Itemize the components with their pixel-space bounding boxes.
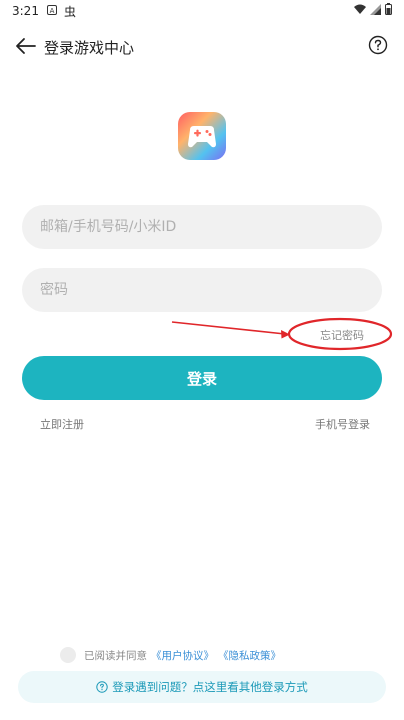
annotation-arrowhead [281, 330, 290, 339]
register-link[interactable]: 立即注册 [40, 416, 84, 432]
back-arrow-icon[interactable] [14, 34, 38, 58]
wifi-icon [354, 4, 366, 14]
header: 登录游戏中心 [0, 28, 404, 64]
game-center-logo [178, 112, 226, 160]
agreement-prefix: 已阅读并同意 [84, 649, 147, 662]
page-title: 登录游戏中心 [44, 39, 135, 57]
user-agreement-link[interactable]: 《用户协议》 [151, 648, 214, 663]
agreement-row: 已阅读并同意 《用户协议》 《隐私政策》 [60, 646, 281, 664]
status-time: 3:21 [12, 4, 39, 18]
battery-icon [385, 3, 392, 15]
signal-icon [370, 3, 381, 15]
status-bar: 3:21 A 虫 [0, 0, 404, 24]
annotation-arrow [171, 321, 286, 335]
privacy-policy-link[interactable]: 《隐私政策》 [218, 648, 281, 663]
a-box-icon: A [47, 5, 57, 15]
phone-login-link[interactable]: 手机号登录 [315, 416, 370, 432]
login-help-bar[interactable]: 登录遇到问题？点这里看其他登录方式 [18, 671, 386, 703]
question-circle-icon [96, 681, 108, 693]
login-button[interactable]: 登录 [22, 356, 382, 400]
help-icon[interactable] [368, 35, 388, 55]
bug-icon: 虫 [64, 5, 77, 19]
forgot-password-link[interactable]: 忘记密码 [320, 327, 364, 343]
account-input[interactable] [22, 205, 382, 249]
status-icons [354, 3, 392, 15]
gamepad-icon [188, 126, 216, 148]
agreement-checkbox[interactable] [60, 647, 76, 663]
password-input[interactable] [22, 268, 382, 312]
login-help-text: 登录遇到问题？点这里看其他登录方式 [112, 680, 308, 694]
